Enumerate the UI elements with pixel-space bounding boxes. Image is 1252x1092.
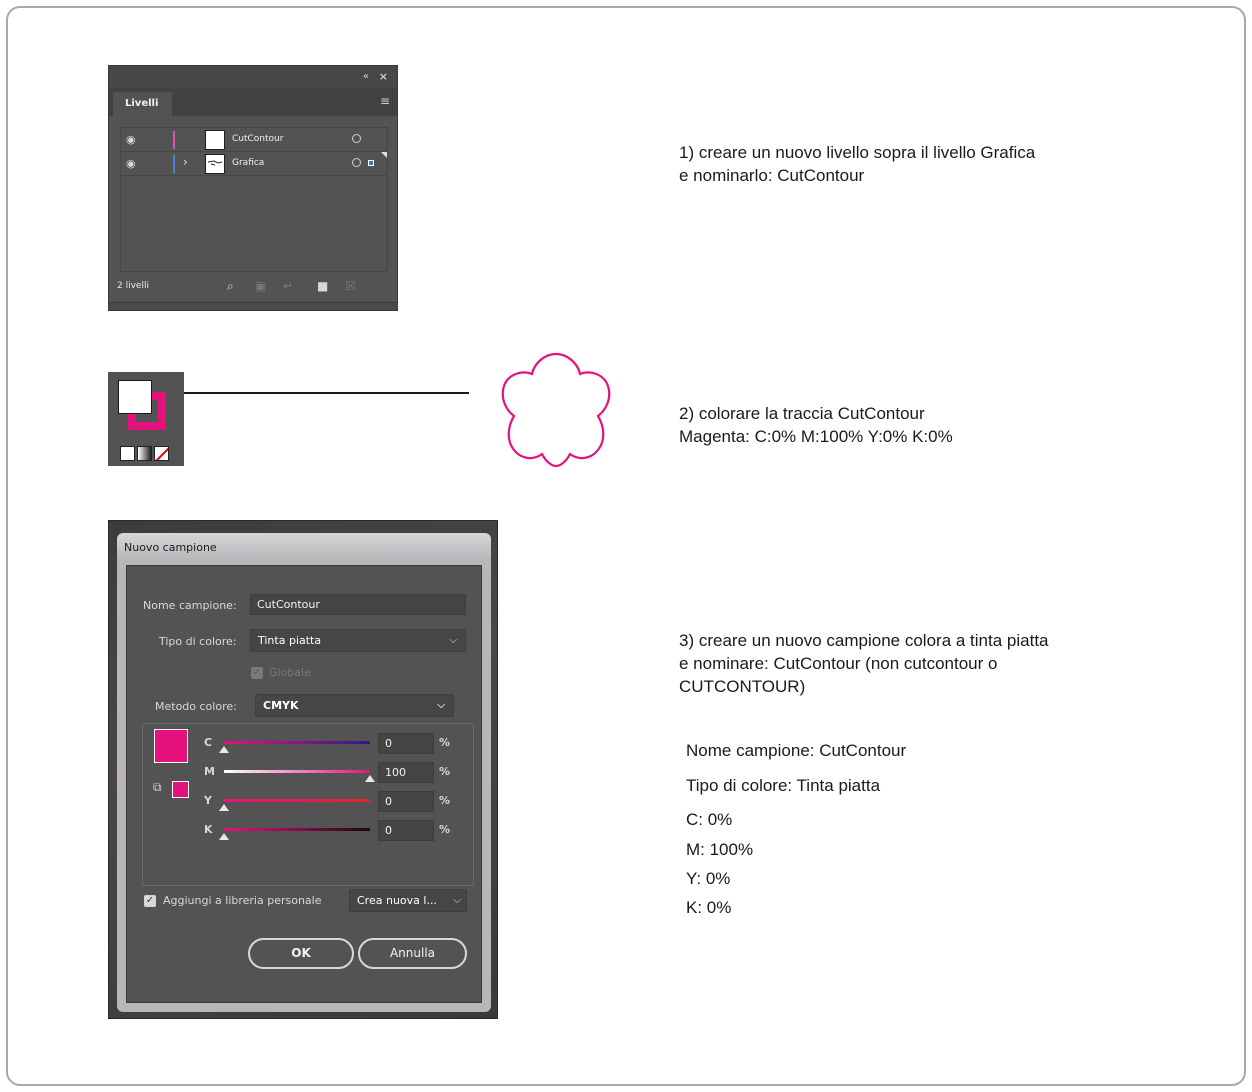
percent-unit: % xyxy=(439,736,451,749)
slider-track-k[interactable] xyxy=(224,828,370,831)
summary-y: Y: 0% xyxy=(686,869,731,888)
color-type-value: Tinta piatta xyxy=(258,634,322,647)
add-to-library-checkbox[interactable]: ✓ xyxy=(144,895,156,907)
cyan-value-input[interactable]: 0 xyxy=(378,733,434,754)
summary-type: Tipo di colore: Tinta piatta xyxy=(686,776,881,795)
summary-k: K: 0% xyxy=(686,898,732,917)
layer-thumbnail xyxy=(205,130,225,150)
summary-c: C: 0% xyxy=(686,810,733,829)
layer-thumbnail xyxy=(205,154,225,174)
slider-label-y: Y xyxy=(204,794,212,807)
slider-thumb-k[interactable] xyxy=(219,833,229,840)
layer-row-grafica[interactable]: ◉ › Grafica xyxy=(121,152,387,176)
slider-track-y[interactable] xyxy=(224,799,370,802)
percent-unit: % xyxy=(439,765,451,778)
visibility-eye-icon[interactable]: ◉ xyxy=(126,133,136,146)
color-method-label: Metodo colore: xyxy=(151,700,241,713)
tab-livelli[interactable]: Livelli xyxy=(113,92,173,116)
new-swatch-dialog: Nuovo campione Nome campione: CutContour… xyxy=(108,520,498,1019)
fill-swatch[interactable] xyxy=(118,380,152,414)
add-to-library-label: Aggiungi a libreria personale xyxy=(163,894,322,907)
layer-row-cutcontour[interactable]: ◉ CutContour xyxy=(121,128,387,152)
panel-tab-row: Livelli ≡ xyxy=(109,88,397,116)
library-select-value: Crea nuova l... xyxy=(357,894,437,907)
new-layer-icon[interactable]: ■ xyxy=(317,279,328,293)
gamut-correction-swatch[interactable] xyxy=(172,781,189,798)
step-3-text: 3) creare un nuovo campione colora a tin… xyxy=(679,631,1049,696)
slider-thumb-m[interactable] xyxy=(365,775,375,782)
swatch-name-label: Nome campione: xyxy=(143,599,237,612)
cutcontour-flower-shape xyxy=(501,352,611,468)
chevron-down-icon: ⌵ xyxy=(449,635,457,646)
layers-panel: « × Livelli ≡ ◉ CutContour ◉ › Grafica 2… xyxy=(108,65,398,311)
layer-count: 2 livelli xyxy=(117,281,149,291)
slider-label-k: K xyxy=(204,823,213,836)
color-type-select[interactable]: Tinta piatta ⌵ xyxy=(250,629,466,652)
slider-track-c[interactable] xyxy=(224,741,370,744)
new-sublayer-icon[interactable]: ↵ xyxy=(283,279,293,293)
library-select[interactable]: Crea nuova l... ⌵ xyxy=(349,889,467,912)
visibility-eye-icon[interactable]: ◉ xyxy=(126,157,136,170)
magenta-value-input[interactable]: 100 xyxy=(378,762,434,783)
layer-target-icon[interactable] xyxy=(352,134,361,143)
slider-label-c: C xyxy=(204,736,213,749)
layer-color-bar xyxy=(173,131,175,149)
summary-name: Nome campione: CutContour xyxy=(686,741,907,760)
out-of-gamut-cube-icon[interactable]: ⧉ xyxy=(153,780,162,795)
chevron-down-icon: ⌵ xyxy=(437,700,445,711)
resize-grip[interactable] xyxy=(109,302,397,310)
dialog-title-bar[interactable]: Nuovo campione xyxy=(117,533,491,561)
panel-menu-icon[interactable]: ≡ xyxy=(380,94,390,108)
dialog-title: Nuovo campione xyxy=(124,541,217,554)
ok-button[interactable]: OK xyxy=(248,938,354,969)
panel-footer: 2 livelli ⌕ ▣ ↵ ■ ☒ xyxy=(109,273,397,301)
layer-name[interactable]: Grafica xyxy=(232,158,264,168)
panel-title-bar: « × xyxy=(109,66,397,88)
global-label: Globale xyxy=(269,666,311,679)
black-value-input[interactable]: 0 xyxy=(378,820,434,841)
cancel-button[interactable]: Annulla xyxy=(358,938,467,969)
step-1-text: 1) creare un nuovo livello sopra il live… xyxy=(679,143,1036,185)
none-mode-icon[interactable] xyxy=(154,446,169,461)
clip-mask-icon[interactable]: ▣ xyxy=(255,279,266,293)
color-type-label: Tipo di colore: xyxy=(159,635,237,648)
selection-indicator[interactable] xyxy=(368,160,374,166)
color-mode-icon[interactable] xyxy=(120,446,135,461)
color-preview-swatch xyxy=(154,729,188,763)
step-2-text: 2) colorare la traccia CutContour Magent… xyxy=(679,404,953,446)
expand-chevron-icon[interactable]: › xyxy=(183,155,188,169)
layer-color-bar xyxy=(173,155,175,173)
layer-name[interactable]: CutContour xyxy=(232,134,283,144)
fill-stroke-widget xyxy=(108,372,184,466)
search-icon[interactable]: ⌕ xyxy=(227,279,234,294)
percent-unit: % xyxy=(439,823,451,836)
slider-label-m: M xyxy=(204,765,215,778)
summary-m: M: 100% xyxy=(686,840,754,859)
close-panel-icon[interactable]: × xyxy=(379,70,388,83)
color-method-select[interactable]: CMYK ⌵ xyxy=(255,694,454,717)
percent-unit: % xyxy=(439,794,451,807)
layer-list: ◉ CutContour ◉ › Grafica xyxy=(120,127,388,272)
dialog-body: Nome campione: CutContour Tipo di colore… xyxy=(126,565,482,1003)
gradient-mode-icon[interactable] xyxy=(137,446,152,461)
slider-thumb-c[interactable] xyxy=(219,746,229,753)
color-method-value: CMYK xyxy=(263,699,299,712)
slider-thumb-y[interactable] xyxy=(219,804,229,811)
layer-target-icon[interactable] xyxy=(352,158,361,167)
slider-track-m[interactable] xyxy=(224,770,370,773)
collapse-panel-icon[interactable]: « xyxy=(363,71,369,82)
chevron-down-icon: ⌵ xyxy=(453,895,461,906)
yellow-value-input[interactable]: 0 xyxy=(378,791,434,812)
selected-corner-marker xyxy=(381,152,387,158)
swatch-name-input[interactable]: CutContour xyxy=(250,594,466,615)
leader-line xyxy=(184,392,469,394)
delete-icon[interactable]: ☒ xyxy=(345,279,356,293)
global-checkbox[interactable]: ✓ xyxy=(251,667,263,679)
